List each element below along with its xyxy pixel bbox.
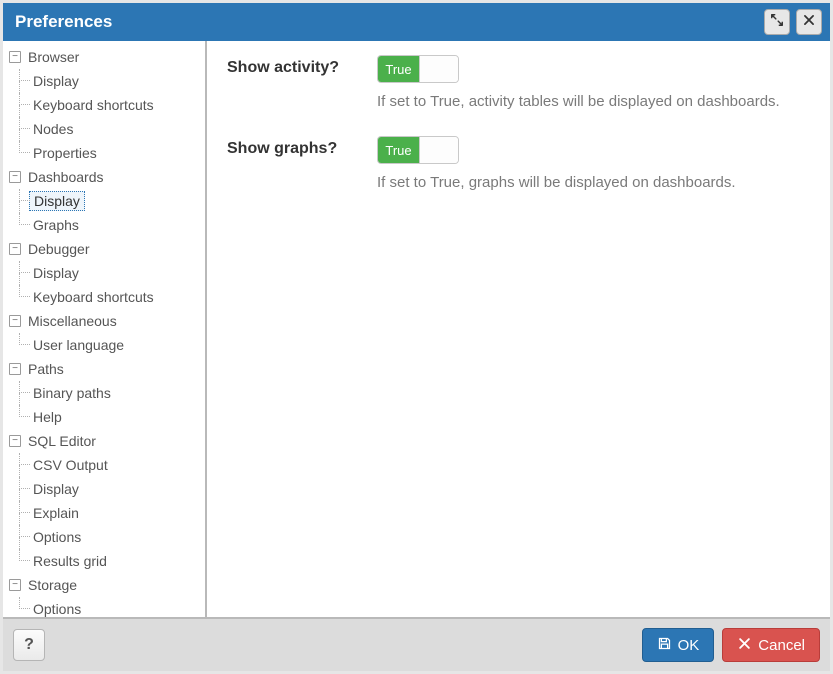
collapse-icon[interactable]: − <box>9 171 21 183</box>
tree-item-label: Keyboard shortcuts <box>29 96 158 114</box>
collapse-icon[interactable]: − <box>9 243 21 255</box>
tree-group-label: SQL Editor <box>25 432 99 450</box>
tree-group-label: Miscellaneous <box>25 312 120 330</box>
tree-group-label: Browser <box>25 48 82 66</box>
tree-item-label: Keyboard shortcuts <box>29 288 158 306</box>
setting-show_graphs: Show graphs?True If set to True, graphs w… <box>227 136 810 191</box>
tree-item[interactable]: Binary paths <box>19 381 205 405</box>
tree-item[interactable]: Properties <box>19 141 205 165</box>
tree-item[interactable]: Options <box>19 525 205 549</box>
cancel-button[interactable]: Cancel <box>722 628 820 662</box>
tree-item[interactable]: Display <box>19 189 205 213</box>
preferences-tree[interactable]: −BrowserDisplayKeyboard shortcutsNodesPr… <box>3 41 207 617</box>
tree-item[interactable]: Options <box>19 597 205 617</box>
tree-group-label: Debugger <box>25 240 93 258</box>
setting-label: Show graphs? <box>227 136 377 158</box>
tree-item[interactable]: Graphs <box>19 213 205 237</box>
tree-group[interactable]: −Browser <box>9 45 205 69</box>
collapse-icon[interactable]: − <box>9 315 21 327</box>
tree-group[interactable]: −Paths <box>9 357 205 381</box>
titlebar: Preferences <box>3 3 830 41</box>
tree-item-label: Graphs <box>29 216 83 234</box>
dialog-footer: ? OK Cancel <box>3 617 830 671</box>
collapse-icon[interactable]: − <box>9 363 21 375</box>
tree-group-label: Dashboards <box>25 168 107 186</box>
toggle-show_activity[interactable]: True <box>377 55 459 83</box>
dialog-body: −BrowserDisplayKeyboard shortcutsNodesPr… <box>3 41 830 617</box>
tree-group[interactable]: −Dashboards <box>9 165 205 189</box>
save-icon <box>657 636 672 655</box>
tree-item-label: Binary paths <box>29 384 115 402</box>
toggle-value: True <box>378 137 420 163</box>
setting-show_activity: Show activity?True If set to True, activi… <box>227 55 810 110</box>
close-button[interactable] <box>796 9 822 35</box>
collapse-icon[interactable]: − <box>9 51 21 63</box>
tree-item-label: Options <box>29 600 85 617</box>
tree-group[interactable]: −Miscellaneous <box>9 309 205 333</box>
tree-group-label: Paths <box>25 360 67 378</box>
cancel-label: Cancel <box>758 637 805 654</box>
tree-item-label: Properties <box>29 144 101 162</box>
window-controls <box>764 9 822 35</box>
tree-item[interactable]: Display <box>19 69 205 93</box>
cancel-icon <box>737 636 752 655</box>
maximize-button[interactable] <box>764 9 790 35</box>
ok-button[interactable]: OK <box>642 628 715 662</box>
collapse-icon[interactable]: − <box>9 435 21 447</box>
tree-item[interactable]: Help <box>19 405 205 429</box>
help-button[interactable]: ? <box>13 629 45 661</box>
tree-item-label: CSV Output <box>29 456 112 474</box>
tree-item-label: Display <box>29 72 83 90</box>
tree-item-label: Options <box>29 528 85 546</box>
preferences-dialog: Preferences −BrowserDisplayKeyboard shor… <box>0 0 833 674</box>
close-icon <box>802 12 816 32</box>
toggle-show_graphs[interactable]: True <box>377 136 459 164</box>
ok-label: OK <box>678 637 700 654</box>
tree-item[interactable]: Keyboard shortcuts <box>19 285 205 309</box>
tree-group[interactable]: −SQL Editor <box>9 429 205 453</box>
tree-item[interactable]: Nodes <box>19 117 205 141</box>
tree-item[interactable]: Explain <box>19 501 205 525</box>
window-title: Preferences <box>15 12 112 32</box>
tree-group[interactable]: −Storage <box>9 573 205 597</box>
tree-item[interactable]: CSV Output <box>19 453 205 477</box>
toggle-value: True <box>378 56 420 82</box>
tree-item-label: Nodes <box>29 120 77 138</box>
tree-group[interactable]: −Debugger <box>9 237 205 261</box>
tree-item[interactable]: Display <box>19 261 205 285</box>
collapse-icon[interactable]: − <box>9 579 21 591</box>
tree-item-label: Explain <box>29 504 83 522</box>
tree-group-label: Storage <box>25 576 80 594</box>
tree-item-label: Display <box>29 191 85 211</box>
setting-description: If set to True, activity tables will be … <box>377 93 810 110</box>
setting-label: Show activity? <box>227 55 377 77</box>
tree-item[interactable]: Results grid <box>19 549 205 573</box>
tree-item-label: Help <box>29 408 66 426</box>
tree-item[interactable]: Keyboard shortcuts <box>19 93 205 117</box>
setting-description: If set to True, graphs will be displayed… <box>377 174 810 191</box>
tree-item[interactable]: User language <box>19 333 205 357</box>
preferences-content: Show activity?TrueIf set to True, activi… <box>207 41 830 617</box>
tree-item-label: Display <box>29 480 83 498</box>
tree-item[interactable]: Display <box>19 477 205 501</box>
maximize-icon <box>770 12 784 32</box>
tree-item-label: Results grid <box>29 552 111 570</box>
tree-item-label: User language <box>29 336 128 354</box>
tree-item-label: Display <box>29 264 83 282</box>
